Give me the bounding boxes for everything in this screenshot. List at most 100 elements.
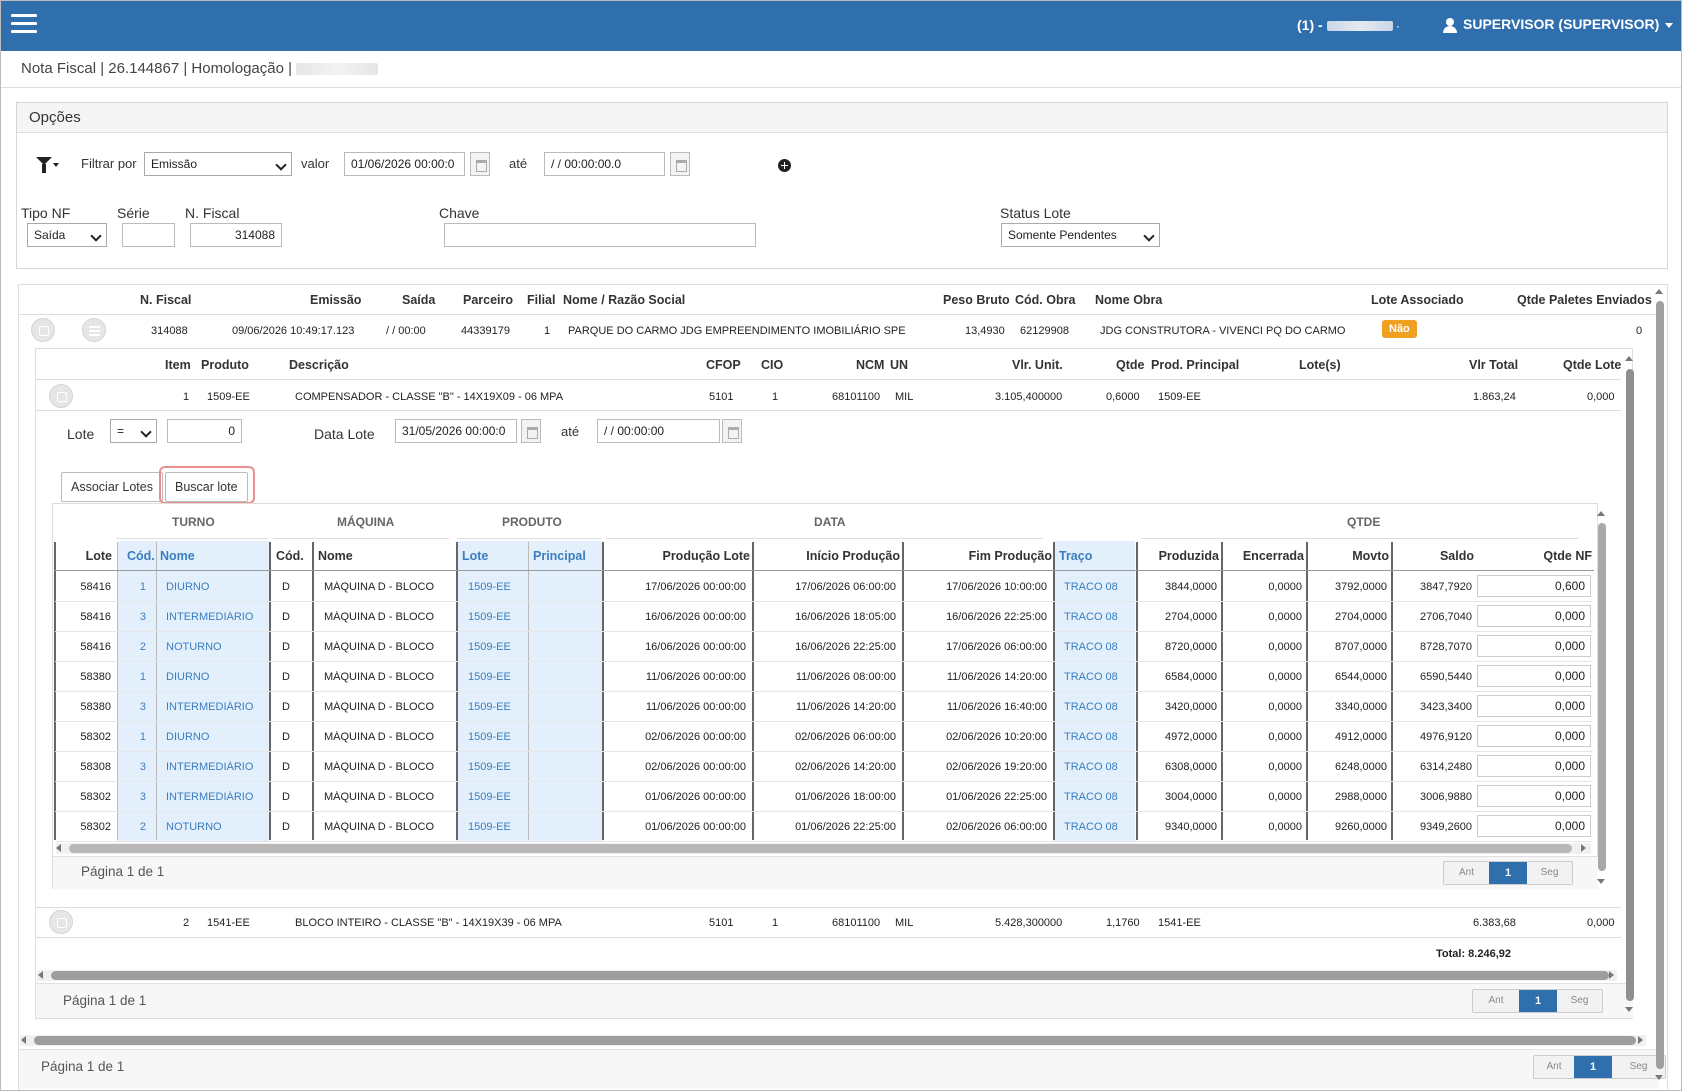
context-selector[interactable]: (1) - · [1297,17,1399,33]
cell-turno-cod: 3 [139,761,146,773]
cell-saldo: 9349,2600 [1420,821,1472,833]
lots-vscroll-thumb[interactable] [1598,523,1606,871]
associar-lotes-button[interactable]: Associar Lotes [61,472,163,502]
data-lote-from-input[interactable]: 31/05/2026 00:00:0 [395,419,517,443]
next-page-button[interactable]: Seg [1557,990,1602,1012]
scroll-up-icon[interactable] [1597,511,1605,516]
col-nome: Nome / Razão Social [563,293,686,307]
scroll-down-icon[interactable] [1655,1075,1663,1080]
cell-saida: / / 00:00 [386,325,426,337]
next-page-button[interactable]: Seg [1527,862,1572,884]
main-vscroll-thumb[interactable] [1656,301,1664,1069]
status-lote-select[interactable]: Somente Pendentes [1001,223,1160,247]
chave-input[interactable] [444,223,756,247]
user-menu[interactable]: SUPERVISOR (SUPERVISOR) [1443,16,1674,33]
main-hscroll-thumb[interactable] [34,1036,1636,1045]
cell-item: 2 [183,917,190,929]
data-lote-to-input[interactable]: / / 00:00:00 [597,419,720,443]
cell-lote: 58302 [80,821,111,833]
items-hscroll-thumb[interactable] [51,971,1609,980]
lote-value-input[interactable]: 0 [167,419,242,443]
expand-row-icon[interactable] [31,318,55,342]
group-qtde: QTDE [1347,515,1381,529]
qtde-nf-input[interactable]: 0,000 [1477,665,1591,687]
cell-maq-cod: D [282,701,290,713]
cell-maq-nome: MÁQUINA D - BLOCO [324,581,435,593]
cell-turno-cod: 2 [139,641,146,653]
qtde-nf-input[interactable]: 0,000 [1477,815,1591,837]
scroll-right-icon[interactable] [1609,971,1614,979]
qtde-nf-input[interactable]: 0,000 [1477,605,1591,627]
cell-produzida: 3420,0000 [1165,701,1217,713]
col-lotes: Lote(s) [1299,358,1341,372]
scroll-left-icon[interactable] [21,1036,26,1044]
calendar-icon[interactable] [722,419,742,443]
lcol-fim: Fim Produção [968,549,1052,563]
tipo-nf-select[interactable]: Saída [27,223,107,247]
scroll-right-icon[interactable] [1581,844,1586,852]
scroll-left-icon[interactable] [56,844,61,852]
prev-page-button[interactable]: Ant [1534,1056,1574,1078]
lcol-maq-cod: Cód. [276,549,304,563]
add-filter-icon[interactable] [778,159,791,172]
calendar-icon[interactable] [470,152,490,176]
cell-un: MIL [895,391,914,403]
scroll-down-icon[interactable] [1597,879,1605,884]
scroll-left-icon[interactable] [38,971,43,979]
cell-traco: TRACO 08 [1064,731,1118,743]
nfiscal-label: N. Fiscal [185,205,240,221]
page-1-button[interactable]: 1 [1489,862,1527,884]
buscar-lote-button[interactable]: Buscar lote [165,472,248,502]
lote-operator-select[interactable]: = [110,419,157,443]
col-un: UN [890,358,909,372]
qtde-nf-input[interactable]: 0,000 [1477,785,1591,807]
serie-input[interactable] [122,223,175,247]
cell-prod-principal: 1509-EE [1158,391,1201,403]
lots-page-text: Página 1 de 1 [81,864,165,879]
chave-label: Chave [439,205,480,221]
scroll-up-icon[interactable] [1625,356,1633,361]
col-produto: Produto [201,358,249,372]
cell-qtde: 0,6000 [1106,391,1140,403]
scroll-up-icon[interactable] [1655,289,1663,294]
page-1-button[interactable]: 1 [1519,990,1557,1012]
calendar-icon[interactable] [521,419,541,443]
qtde-nf-input[interactable]: 0,000 [1477,725,1591,747]
filter-by-select[interactable]: Emissão [144,152,292,176]
cell-traco: TRACO 08 [1064,611,1118,623]
items-vscroll-thumb[interactable] [1626,369,1634,1001]
valor-label: valor [301,156,330,171]
scroll-right-icon[interactable] [1638,1036,1643,1044]
lots-hscroll-thumb[interactable] [69,844,1572,853]
cell-turno-nome: INTERMEDIÁRIO [166,611,254,623]
qtde-nf-input[interactable]: 0,000 [1477,755,1591,777]
nfiscal-input[interactable]: 314088 [190,223,282,247]
filter-icon[interactable] [36,157,60,175]
page-1-button[interactable]: 1 [1574,1056,1612,1078]
qtde-nf-input[interactable]: 0,000 [1477,635,1591,657]
cell-lote: 58308 [80,761,111,773]
row-menu-icon[interactable] [82,318,106,342]
divider [19,314,1659,315]
qtde-nf-input[interactable]: 0,000 [1477,695,1591,717]
expand-item-icon[interactable] [49,910,73,934]
cell-produzida: 4972,0000 [1165,731,1217,743]
cell-lote: 58416 [80,581,111,593]
cell-turno-cod: 1 [139,581,146,593]
prev-page-button[interactable]: Ant [1444,862,1489,884]
cell-fim: 02/06/2026 06:00:00 [946,821,1047,833]
calendar-icon[interactable] [670,152,690,176]
items-pager: Ant 1 Seg [1472,989,1603,1013]
qtde-nf-input[interactable]: 0,600 [1477,575,1591,597]
menu-icon[interactable] [11,14,37,34]
cell-inicio: 11/06/2026 14:20:00 [795,701,896,713]
cell-traco: TRACO 08 [1064,581,1118,593]
cell-produzida: 3844,0000 [1165,581,1217,593]
prev-page-button[interactable]: Ant [1473,990,1519,1012]
scroll-down-icon[interactable] [1625,1007,1633,1012]
collapse-item-icon[interactable] [49,384,73,408]
cell-maq-cod: D [282,821,290,833]
date-from-input[interactable]: 01/06/2026 00:00:0 [344,152,465,176]
date-to-input[interactable]: / / 00:00:00.0 [544,152,665,176]
col-prod-principal: Prod. Principal [1151,358,1240,372]
